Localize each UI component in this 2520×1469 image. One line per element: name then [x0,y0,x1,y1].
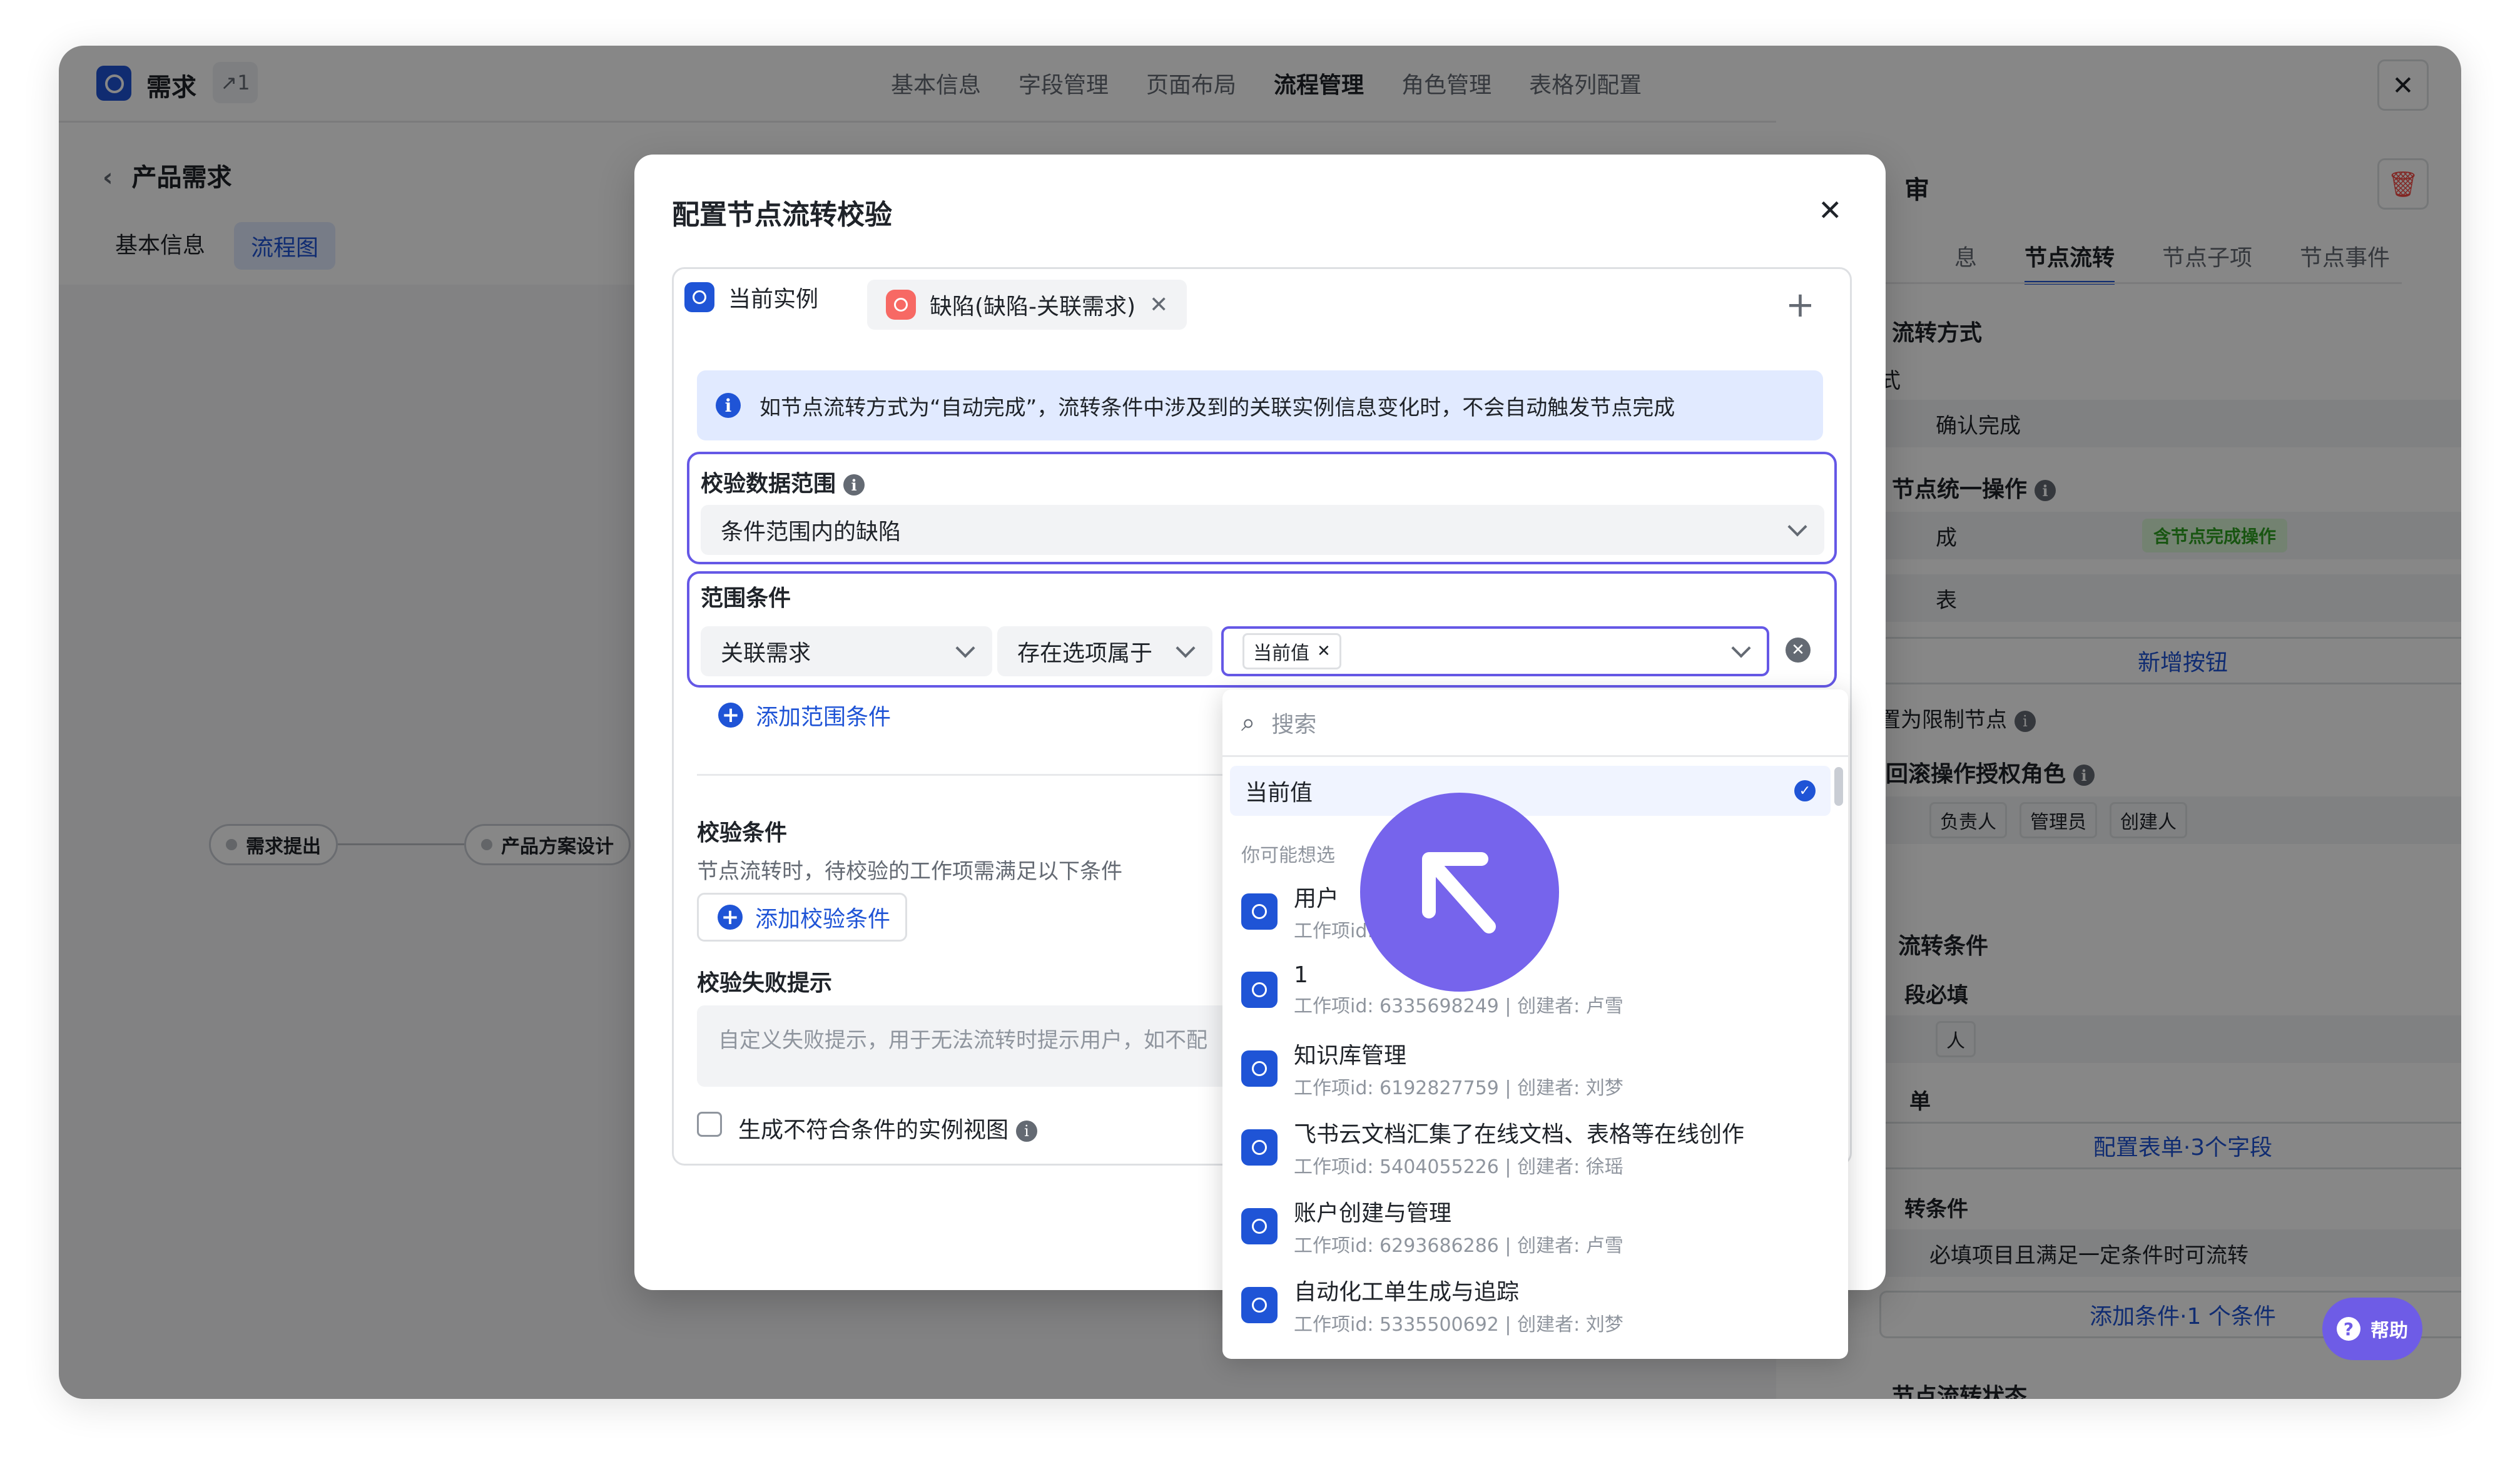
fail-label: 校验失败提示 [697,970,833,996]
item-icon [1241,1050,1278,1087]
plus-circle-icon: + [718,703,743,728]
generate-view-label: 生成不符合条件的实例视图 [738,1117,1009,1143]
item-icon [1241,1129,1278,1166]
range-value-select[interactable]: 当前值 ✕ [1221,626,1769,676]
remove-tag-icon[interactable]: ✕ [1317,642,1331,661]
check-icon: ✓ [1794,780,1816,801]
modal-title: 配置节点流转校验 [672,199,892,231]
dropdown-scrollbar[interactable] [1834,767,1843,806]
add-range-condition-button[interactable]: + 添加范围条件 [718,699,891,731]
clear-range-button[interactable]: ✕ [1786,638,1811,663]
defect-icon [886,290,916,320]
item-meta: 工作项id: 6335698249 | 创建者: 卢雪 [1294,995,1623,1017]
range-operator-value: 存在选项属于 [1017,641,1153,666]
add-check-label: 添加校验条件 [755,907,891,932]
arrow-pointer-icon [1422,852,1496,933]
modal-close-button[interactable]: ✕ [1818,193,1842,227]
fail-placeholder: 自定义失败提示，用于无法流转时提示用户，如不配 [718,1028,1207,1053]
info-icon: i [1016,1121,1038,1142]
range-field-value: 关联需求 [721,641,811,666]
help-label: 帮助 [2370,1320,2408,1342]
value-tag-label: 当前值 [1253,643,1309,664]
scope-label: 校验数据范围 [701,471,836,497]
check-label: 校验条件 [697,820,788,846]
chevron-down-icon [1731,638,1751,658]
option-current-label: 当前值 [1245,780,1313,806]
value-dropdown: ⌕ 搜索 当前值 ✓ 你可能想选 用户工作项id: 6… | 创建者: 卢雪 1… [1222,689,1848,1359]
clear-icon: ✕ [1791,641,1805,659]
pointer-cursor-indicator [1360,793,1559,992]
item-icon [1241,972,1278,1008]
add-check-condition-button[interactable]: + 添加校验条件 [697,893,907,942]
value-tag: 当前值 ✕ [1242,633,1341,669]
info-icon: i [716,393,741,418]
list-item[interactable]: 知识库管理工作项id: 6192827759 | 创建者: 刘梦 [1241,1034,1829,1103]
instance-icon [684,282,714,312]
instance-tab-current[interactable]: 当前实例 [684,281,818,313]
item-title: 知识库管理 [1294,1043,1407,1069]
item-title: 账户创建与管理 [1294,1201,1452,1226]
suggestion-hint: 你可能想选 [1241,845,1335,867]
item-meta: 工作项id: 6293686286 | 创建者: 卢雪 [1294,1235,1623,1257]
range-field-select[interactable]: 关联需求 [701,626,992,676]
remove-instance-icon[interactable]: ✕ [1149,292,1168,318]
search-icon: ⌕ [1241,708,1256,737]
range-label: 范围条件 [701,586,791,611]
item-meta: 工作项id: 6192827759 | 创建者: 刘梦 [1294,1077,1623,1099]
search-placeholder: 搜索 [1271,711,1317,738]
scope-value: 条件范围内的缺陷 [721,519,902,545]
check-desc: 节点流转时，待校验的工作项需满足以下条件 [697,859,1122,884]
plus-icon: + [1786,285,1815,325]
add-instance-button[interactable]: + [1786,285,1815,325]
instance-defect-label: 缺陷(缺陷-关联需求) [930,294,1136,320]
close-icon: ✕ [1818,193,1842,227]
list-item[interactable]: 飞书云文档汇集了在线文档、表格等在线创作 工作项id: 5404055226 | … [1241,1113,1829,1182]
instance-tab-defect[interactable]: 缺陷(缺陷-关联需求) ✕ [867,280,1187,330]
help-button[interactable]: ? 帮助 [2322,1298,2422,1360]
dropdown-search[interactable]: ⌕ 搜索 [1222,689,1848,757]
add-range-label: 添加范围条件 [756,704,892,730]
item-meta: 工作项id: 5404055226 | 创建者: 徐瑶 [1294,1156,1623,1178]
chevron-down-icon [1176,638,1196,658]
question-icon: ? [2337,1317,2360,1341]
info-banner-text: 如节点流转方式为“自动完成”，流转条件中涉及到的关联实例信息变化时，不会自动触发… [760,395,1675,420]
plus-circle-icon: + [718,905,743,930]
item-title: 自动化工单生成与追踪 [1294,1279,1520,1305]
list-item[interactable]: 自动化工单生成与追踪工作项id: 5335500692 | 创建者: 刘梦 [1241,1271,1829,1339]
info-banner: i 如节点流转方式为“自动完成”，流转条件中涉及到的关联实例信息变化时，不会自动… [697,370,1823,440]
item-title: 飞书云文档汇集了在线文档、表格等在线创作 [1294,1122,1745,1147]
item-icon [1241,1208,1278,1244]
item-icon [1241,1287,1278,1323]
scope-label-row: 校验数据范围 i [701,465,865,498]
chevron-down-icon [1787,517,1807,537]
instance-current-label: 当前实例 [728,287,819,312]
info-icon: i [843,474,865,496]
generate-view-checkbox[interactable] [697,1112,722,1137]
item-icon [1241,893,1278,930]
chevron-down-icon [955,638,975,658]
generate-view-label-row: 生成不符合条件的实例视图 i [738,1112,1038,1144]
scope-select[interactable]: 条件范围内的缺陷 [701,505,1824,555]
range-operator-select[interactable]: 存在选项属于 [997,626,1212,676]
list-item[interactable]: 账户创建与管理工作项id: 6293686286 | 创建者: 卢雪 [1241,1192,1829,1261]
item-meta: 工作项id: 5335500692 | 创建者: 刘梦 [1294,1314,1623,1336]
